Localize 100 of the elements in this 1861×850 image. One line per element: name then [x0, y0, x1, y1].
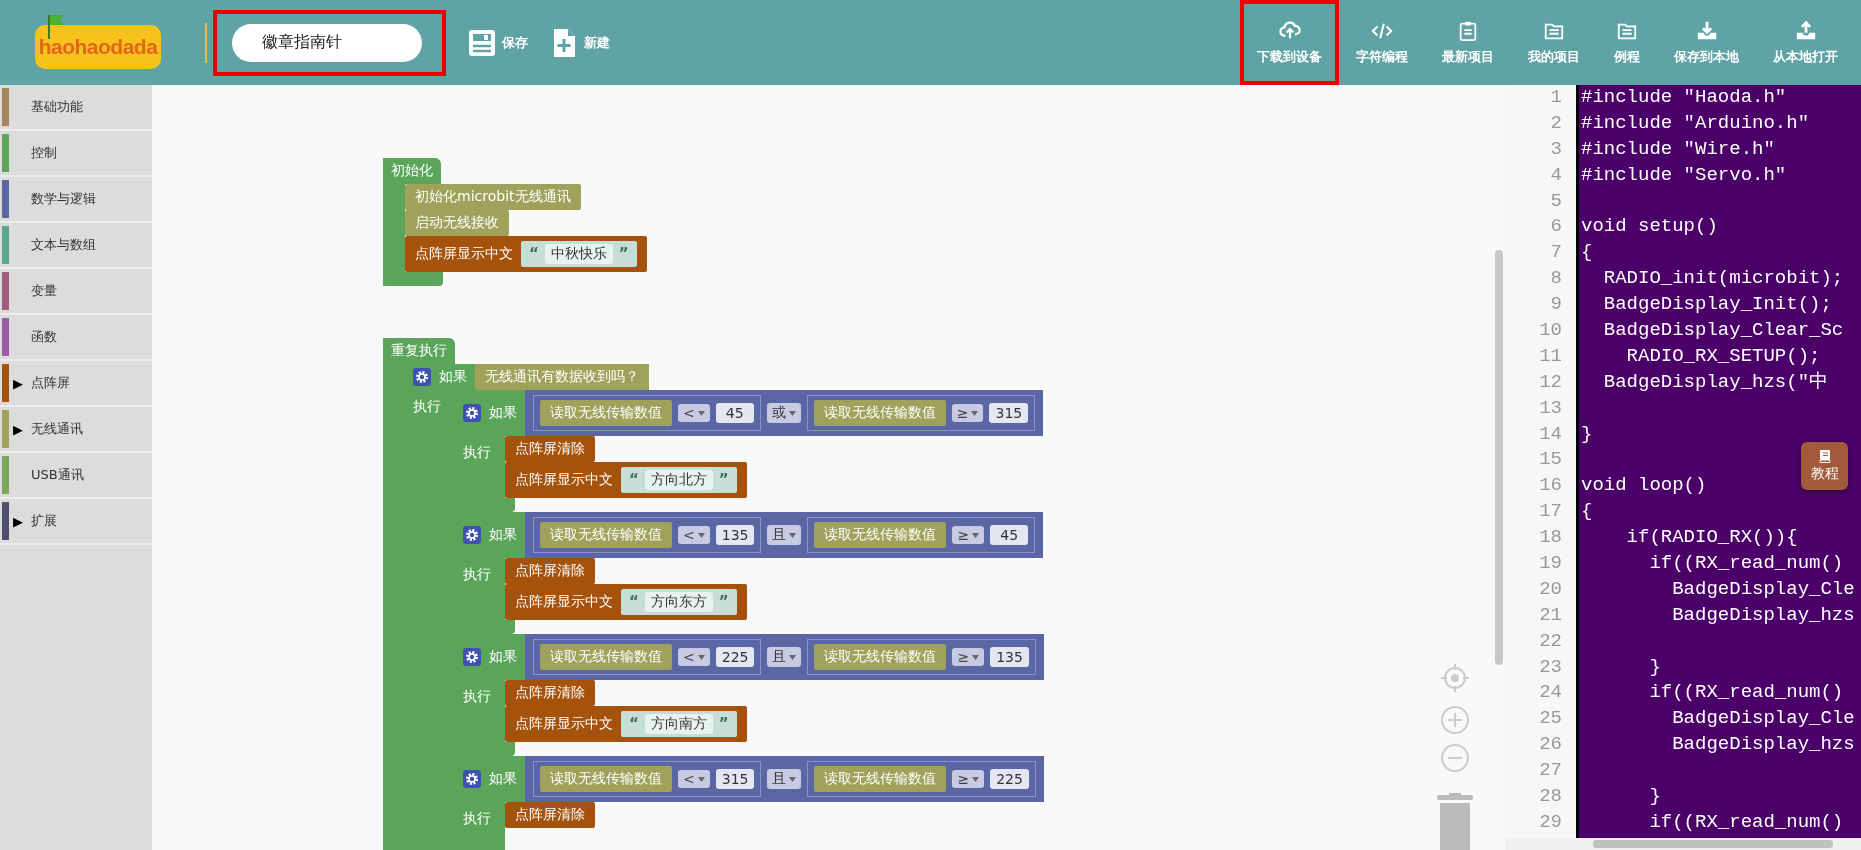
quote-mark: ” — [618, 245, 629, 263]
block-label: 执行 — [462, 809, 492, 828]
line-number: 28 — [1538, 784, 1563, 810]
text-field[interactable]: 方向东方 — [644, 592, 713, 612]
text-field[interactable]: 方向北方 — [644, 470, 713, 490]
block-label: 执行 — [462, 565, 492, 584]
line-number: 19 — [1538, 551, 1563, 577]
operator-dropdown[interactable]: ≥ — [951, 404, 984, 422]
category-label: 无线通讯 — [31, 420, 83, 438]
value-block: 读取无线传输数值 — [540, 400, 672, 426]
statement-block: 点阵屏清除 — [505, 436, 595, 462]
statement-block: 点阵屏清除 — [505, 558, 595, 584]
code-line: } — [1648, 784, 1661, 810]
category-label: 控制 — [31, 144, 57, 162]
line-number: 12 — [1538, 369, 1563, 395]
expand-arrow[interactable]: ▶ — [9, 421, 27, 437]
statement-block: 启动无线接收 — [405, 210, 509, 236]
expand-arrow[interactable]: ▶ — [9, 375, 27, 391]
code-line: BadgeDisplay_Cle — [1671, 706, 1855, 732]
number-field[interactable]: 45 — [715, 403, 754, 423]
number-field[interactable]: 135 — [715, 525, 755, 545]
line-number: 9 — [1549, 292, 1563, 318]
line-number: 6 — [1549, 214, 1563, 240]
code-line: if((RX_read_num() — [1648, 551, 1844, 577]
quote-mark: ” — [718, 593, 729, 611]
operator-dropdown[interactable]: ≥ — [952, 526, 985, 544]
code-line: #include "Wire.h" — [1581, 136, 1775, 162]
code-line: BadgeDisplay_hzs — [1671, 732, 1855, 758]
line-number: 25 — [1538, 706, 1563, 732]
number-field[interactable]: 315 — [989, 403, 1029, 423]
code-line: BadgeDisplay_hzs("中 — [1602, 369, 1829, 395]
operator-dropdown[interactable]: ≥ — [952, 770, 985, 788]
block-label: 执行 — [462, 443, 492, 462]
quote-mark: “ — [629, 593, 639, 611]
category-label: 扩展 — [31, 512, 57, 530]
category-label: 基础功能 — [31, 98, 83, 116]
line-number: 3 — [1549, 136, 1563, 162]
block-label: 点阵屏显示中文 — [415, 245, 513, 263]
block-label: 点阵屏显示中文 — [515, 715, 613, 733]
operator-dropdown[interactable]: 且 — [767, 769, 802, 789]
line-number: 29 — [1538, 809, 1563, 835]
operator-dropdown[interactable]: ≥ — [952, 648, 985, 666]
code-line: #include "Haoda.h" — [1581, 85, 1787, 110]
line-number: 27 — [1538, 758, 1563, 784]
code-line: { — [1581, 499, 1593, 525]
line-number: 24 — [1538, 680, 1563, 706]
text-field[interactable]: 方向南方 — [644, 714, 713, 734]
number-field[interactable]: 225 — [715, 647, 755, 667]
value-block: 读取无线传输数值 — [814, 766, 947, 792]
block-label: 如果 — [489, 526, 517, 544]
value-block: 读取无线传输数值 — [814, 644, 947, 670]
number-field[interactable]: 225 — [990, 769, 1029, 789]
code-line: #include "Arduino.h" — [1581, 110, 1810, 136]
operator-dropdown[interactable]: 或 — [766, 403, 801, 423]
line-number: 8 — [1549, 266, 1563, 292]
value-block: 读取无线传输数值 — [540, 766, 672, 792]
condition-block: 无线通讯有数据收到吗？ — [475, 364, 649, 390]
code-line: { — [1581, 240, 1593, 266]
line-number: 22 — [1538, 628, 1563, 654]
code-line: } — [1581, 421, 1593, 447]
code-line: if((RX_read_num() — [1648, 809, 1844, 835]
code-line: BadgeDisplay_Clear_Sc — [1602, 318, 1844, 343]
code-line: RADIO_init(microbit); — [1602, 266, 1844, 292]
statement-block: 点阵屏清除 — [505, 680, 595, 706]
block-label: 执行 — [412, 397, 442, 416]
block-label: 点阵屏显示中文 — [515, 593, 613, 611]
operator-dropdown[interactable]: 且 — [767, 525, 802, 545]
quote-mark: ” — [718, 471, 729, 489]
operator-dropdown[interactable]: < — [678, 770, 710, 788]
quote-mark: “ — [529, 245, 539, 263]
code-line: if((RX_read_num() — [1648, 680, 1844, 706]
title-field[interactable]: 徽章指南针 — [232, 23, 422, 62]
operator-dropdown[interactable]: < — [678, 404, 710, 422]
text-field[interactable]: 中秋快乐 — [544, 244, 613, 264]
tutorial-button[interactable]: 教程 — [1801, 442, 1848, 490]
category-label: 函数 — [31, 328, 57, 346]
code-line: } — [1648, 654, 1661, 680]
block-label: 如果 — [439, 368, 467, 386]
code-line: #include "Servo.h" — [1581, 162, 1787, 188]
quote-mark: ” — [718, 715, 729, 733]
block-label: 重复执行 — [391, 342, 447, 358]
quote-mark: “ — [629, 715, 639, 733]
category-label: 数学与逻辑 — [31, 190, 96, 208]
value-block: 读取无线传输数值 — [540, 522, 672, 548]
operator-dropdown[interactable]: < — [678, 526, 710, 544]
operator-dropdown[interactable]: 且 — [767, 647, 802, 667]
number-field[interactable]: 135 — [990, 647, 1029, 667]
line-number: 7 — [1549, 240, 1563, 266]
number-field[interactable]: 315 — [715, 769, 755, 789]
value-block: 读取无线传输数值 — [813, 400, 946, 426]
line-number: 18 — [1538, 525, 1563, 551]
block-label: 初始化 — [391, 162, 433, 178]
value-block: 读取无线传输数值 — [540, 644, 672, 670]
number-field[interactable]: 45 — [990, 525, 1029, 545]
expand-arrow[interactable]: ▶ — [9, 513, 27, 529]
operator-dropdown[interactable]: < — [678, 648, 710, 666]
category-label: 变量 — [31, 282, 57, 300]
category-label: 点阵屏 — [31, 374, 70, 392]
line-number: 15 — [1538, 447, 1563, 473]
line-number: 17 — [1538, 499, 1563, 525]
